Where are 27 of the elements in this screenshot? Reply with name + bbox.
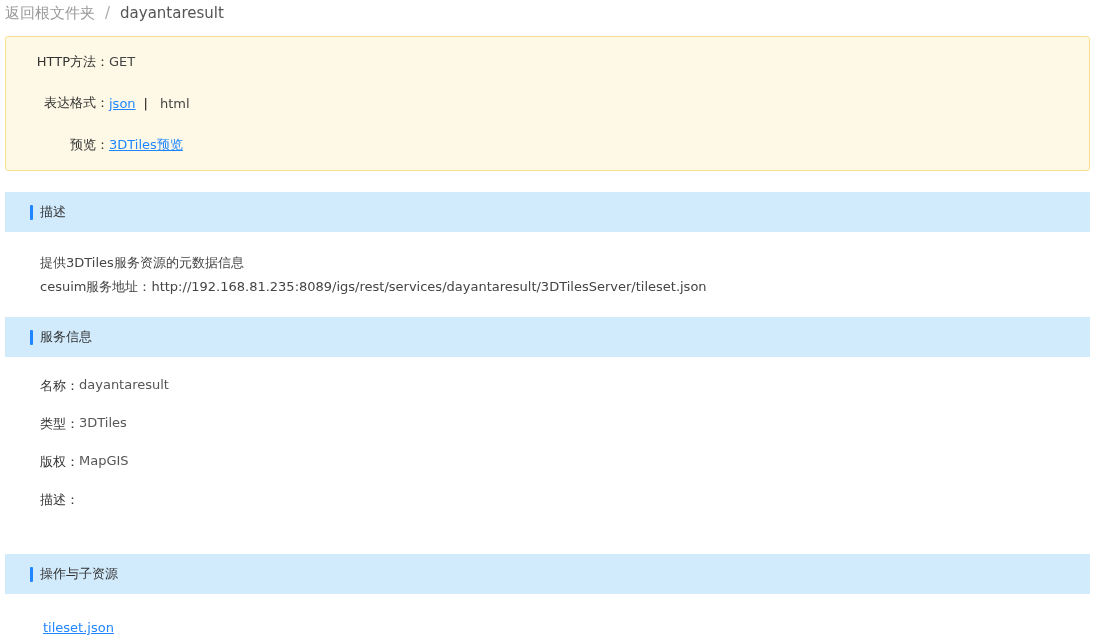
field-value: dayantaresult	[79, 377, 169, 394]
value-text: html	[159, 96, 190, 111]
field-value: 3DTiles	[79, 415, 127, 432]
accent-bar	[30, 329, 33, 345]
format-link[interactable]: json	[109, 96, 136, 111]
summary-label: 预览：	[69, 136, 109, 155]
section-title: 操作与子资源	[40, 565, 118, 583]
accent-bar	[30, 204, 33, 220]
separator: |	[143, 96, 148, 111]
breadcrumb-current: dayantaresult	[120, 4, 224, 22]
field-label: 描述：	[40, 491, 79, 509]
section-title: 服务信息	[40, 328, 92, 346]
breadcrumb-separator: /	[105, 4, 111, 22]
field-label: 类型：	[40, 415, 79, 433]
breadcrumb-root-link[interactable]: 返回根文件夹	[5, 3, 95, 23]
format-link[interactable]: 3DTiles预览	[109, 136, 183, 155]
summary-label: HTTP方法：	[35, 52, 109, 71]
summary-label: 表达格式：	[43, 94, 109, 113]
description-text: cesuim服务地址：http://192.168.81.235:8089/igs/rest/services/dayantaresult/3DTilesServer/tileset.json	[40, 278, 708, 296]
accent-bar	[30, 566, 33, 582]
field-label: 名称：	[40, 377, 79, 395]
field-value: MapGIS	[79, 453, 129, 470]
resource-link[interactable]: tileset.json	[43, 620, 114, 635]
value-text: GET	[109, 54, 136, 70]
field-label: 版权：	[40, 453, 79, 471]
section-title: 描述	[40, 203, 66, 221]
description-text: 提供3DTiles服务资源的元数据信息	[40, 254, 245, 272]
